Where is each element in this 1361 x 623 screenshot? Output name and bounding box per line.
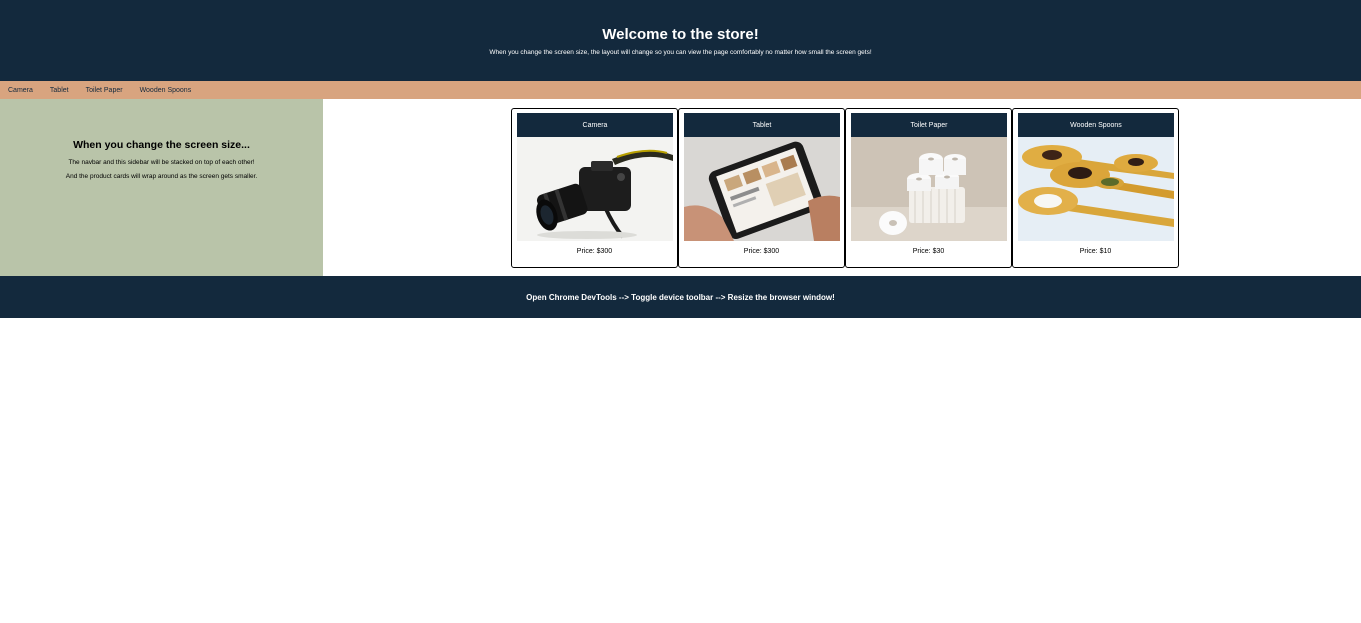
product-price: Price: $300 [743,248,780,255]
product-price: Price: $30 [912,248,945,255]
toilet-paper-photo [851,137,1007,241]
page-subtitle: When you change the screen size, the lay… [489,49,872,56]
sidebar: When you change the screen size... The n… [0,99,323,276]
product-price: Price: $10 [1079,248,1112,255]
nav-link-wooden-spoons[interactable]: Wooden Spoons [140,87,192,94]
nav-link-toilet-paper[interactable]: Toilet Paper [86,87,123,94]
navbar: Camera Tablet Toilet Paper Wooden Spoons [0,81,1361,99]
page-title: Welcome to the store! [602,26,759,43]
product-card-camera[interactable]: Camera Price: $300 [511,108,678,268]
product-title: Tablet [684,113,840,137]
sidebar-text-2: And the product cards will wrap around a… [65,173,258,180]
product-title: Camera [517,113,673,137]
page-footer: Open Chrome DevTools --> Toggle device t… [0,276,1361,318]
sidebar-heading: When you change the screen size... [73,139,250,151]
product-card-toilet-paper[interactable]: Toilet Paper Price: $30 [845,108,1012,268]
product-price: Price: $300 [576,248,613,255]
wooden-spoons-photo [1018,137,1174,241]
sidebar-text-1: The navbar and this sidebar will be stac… [68,159,255,166]
product-card-tablet[interactable]: Tablet Price: $300 [678,108,845,268]
product-card-wooden-spoons[interactable]: Wooden Spoons Price: $10 [1012,108,1179,268]
product-list: Camera Price: $300 Tablet Price: $300 To… [511,108,1179,268]
page-header: Welcome to the store! When you change th… [0,0,1361,81]
product-title: Wooden Spoons [1018,113,1174,137]
footer-text: Open Chrome DevTools --> Toggle device t… [526,292,835,302]
nav-link-camera[interactable]: Camera [8,87,33,94]
nav-link-tablet[interactable]: Tablet [50,87,69,94]
product-title: Toilet Paper [851,113,1007,137]
camera-photo [517,137,673,241]
tablet-photo [684,137,840,241]
